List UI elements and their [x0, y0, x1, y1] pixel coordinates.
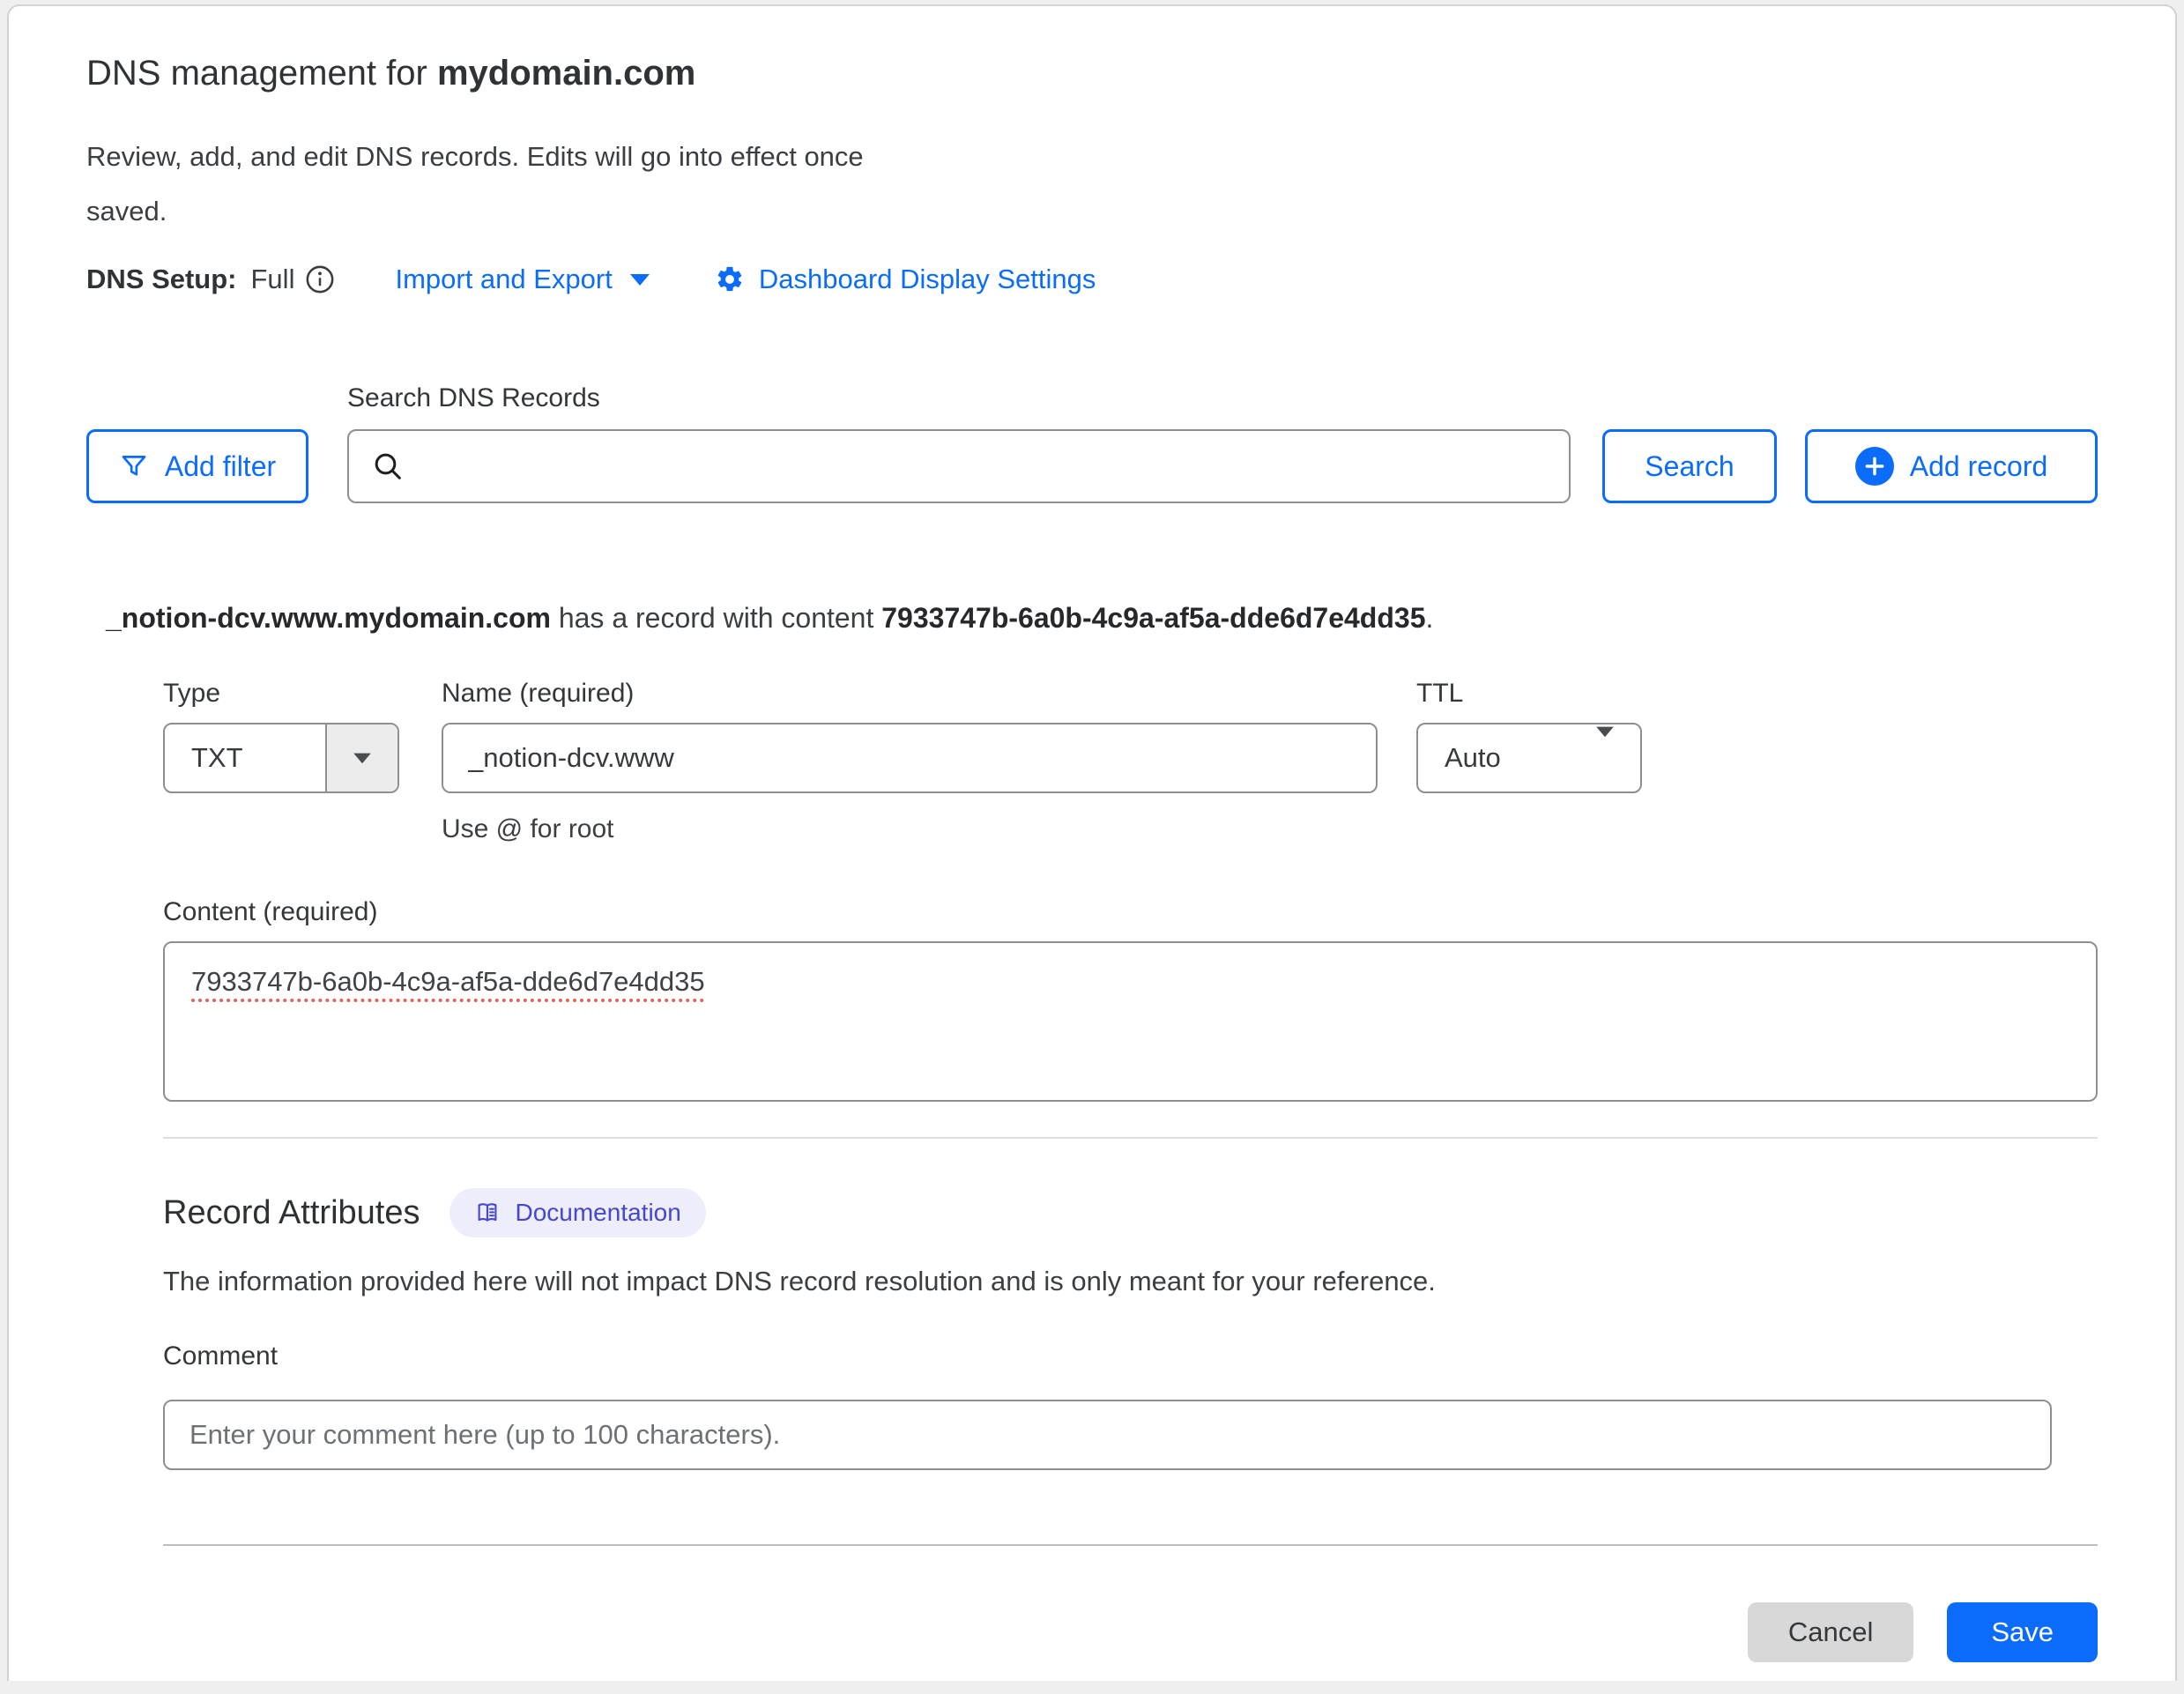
search-button-label: Search — [1645, 450, 1734, 483]
documentation-link[interactable]: Documentation — [449, 1188, 705, 1237]
name-input[interactable] — [442, 723, 1378, 793]
dashboard-display-settings-link[interactable]: Dashboard Display Settings — [715, 264, 1096, 295]
search-label: Search DNS Records — [347, 383, 1571, 413]
filter-icon — [119, 451, 149, 481]
search-input[interactable] — [347, 429, 1571, 503]
search-icon — [370, 449, 405, 488]
import-export-link[interactable]: Import and Export — [395, 264, 650, 295]
footer-actions: Cancel Save — [163, 1546, 2098, 1681]
comment-label: Comment — [163, 1341, 2098, 1371]
page-title-domain: mydomain.com — [437, 54, 695, 93]
type-select[interactable]: TXT — [163, 723, 399, 793]
ttl-field: TTL Auto — [1416, 679, 1642, 844]
save-button[interactable]: Save — [1947, 1602, 2098, 1662]
notice-suffix: . — [1425, 602, 1433, 634]
dns-setup-value: Full — [251, 264, 295, 295]
content-field: Content (required) 7933747b-6a0b-4c9a-af… — [163, 897, 2098, 1102]
content-value: 7933747b-6a0b-4c9a-af5a-dde6d7e4dd35 — [191, 966, 705, 997]
add-filter-button[interactable]: Add filter — [86, 429, 308, 503]
section-divider — [163, 1137, 2098, 1139]
dns-setup-label: DNS Setup: — [86, 264, 237, 295]
existing-record-notice: _notion-dcv.www.mydomain.com has a recor… — [106, 602, 2098, 635]
dns-setup-row: DNS Setup: Full Import and Export Dashbo… — [86, 264, 2098, 295]
chevron-down-icon — [628, 271, 651, 287]
type-field: Type TXT — [163, 679, 399, 844]
page-title-prefix: DNS management for — [86, 54, 437, 93]
page-subtitle: Review, add, and edit DNS records. Edits… — [86, 130, 888, 239]
notice-middle-text: has a record with content — [551, 602, 881, 634]
add-record-button[interactable]: Add record — [1805, 429, 2098, 503]
add-filter-label: Add filter — [165, 450, 276, 483]
ttl-select[interactable]: Auto — [1416, 723, 1642, 793]
type-select-arrow-icon — [325, 724, 397, 791]
type-label: Type — [163, 679, 399, 709]
name-field: Name (required) Use @ for root — [442, 679, 1378, 844]
notice-record-content: 7933747b-6a0b-4c9a-af5a-dde6d7e4dd35 — [881, 602, 1425, 634]
content-label: Content (required) — [163, 897, 2098, 927]
book-icon — [474, 1200, 501, 1226]
content-textarea[interactable]: 7933747b-6a0b-4c9a-af5a-dde6d7e4dd35 — [163, 941, 2098, 1102]
add-record-label: Add record — [1910, 450, 2048, 483]
ttl-select-value: Auto — [1418, 724, 1594, 791]
name-help-text: Use @ for root — [442, 814, 1378, 844]
gear-icon — [715, 264, 745, 294]
search-group: Search DNS Records — [347, 383, 1571, 503]
plus-icon — [1855, 447, 1894, 486]
record-form: Type TXT Name (required) Use @ for root … — [106, 679, 2098, 1681]
ttl-label: TTL — [1416, 679, 1642, 709]
notice-record-name: _notion-dcv.www.mydomain.com — [106, 602, 551, 634]
search-box — [347, 429, 1571, 503]
import-export-label: Import and Export — [395, 264, 612, 295]
info-icon[interactable] — [305, 264, 335, 294]
comment-field: Comment — [163, 1341, 2098, 1470]
cancel-button[interactable]: Cancel — [1748, 1602, 1914, 1662]
comment-input[interactable] — [163, 1400, 2052, 1470]
dashboard-display-settings-label: Dashboard Display Settings — [759, 264, 1096, 295]
search-button[interactable]: Search — [1602, 429, 1777, 503]
dns-management-panel: DNS management for mydomain.com Review, … — [7, 4, 2177, 1681]
page-title: DNS management for mydomain.com — [86, 52, 2098, 94]
record-attributes-description: The information provided here will not i… — [163, 1266, 2098, 1297]
record-attributes-heading: Record Attributes — [163, 1194, 420, 1232]
ttl-select-arrow-icon — [1594, 724, 1616, 791]
type-name-ttl-row: Type TXT Name (required) Use @ for root … — [163, 679, 2098, 844]
record-attributes-header: Record Attributes Documentation — [163, 1188, 2098, 1237]
record-edit-block: _notion-dcv.www.mydomain.com has a recor… — [86, 602, 2098, 1681]
type-select-value: TXT — [165, 724, 325, 791]
documentation-label: Documentation — [515, 1199, 680, 1227]
name-label: Name (required) — [442, 679, 1378, 709]
search-section: Add filter Search DNS Records Search Add… — [86, 383, 2098, 503]
